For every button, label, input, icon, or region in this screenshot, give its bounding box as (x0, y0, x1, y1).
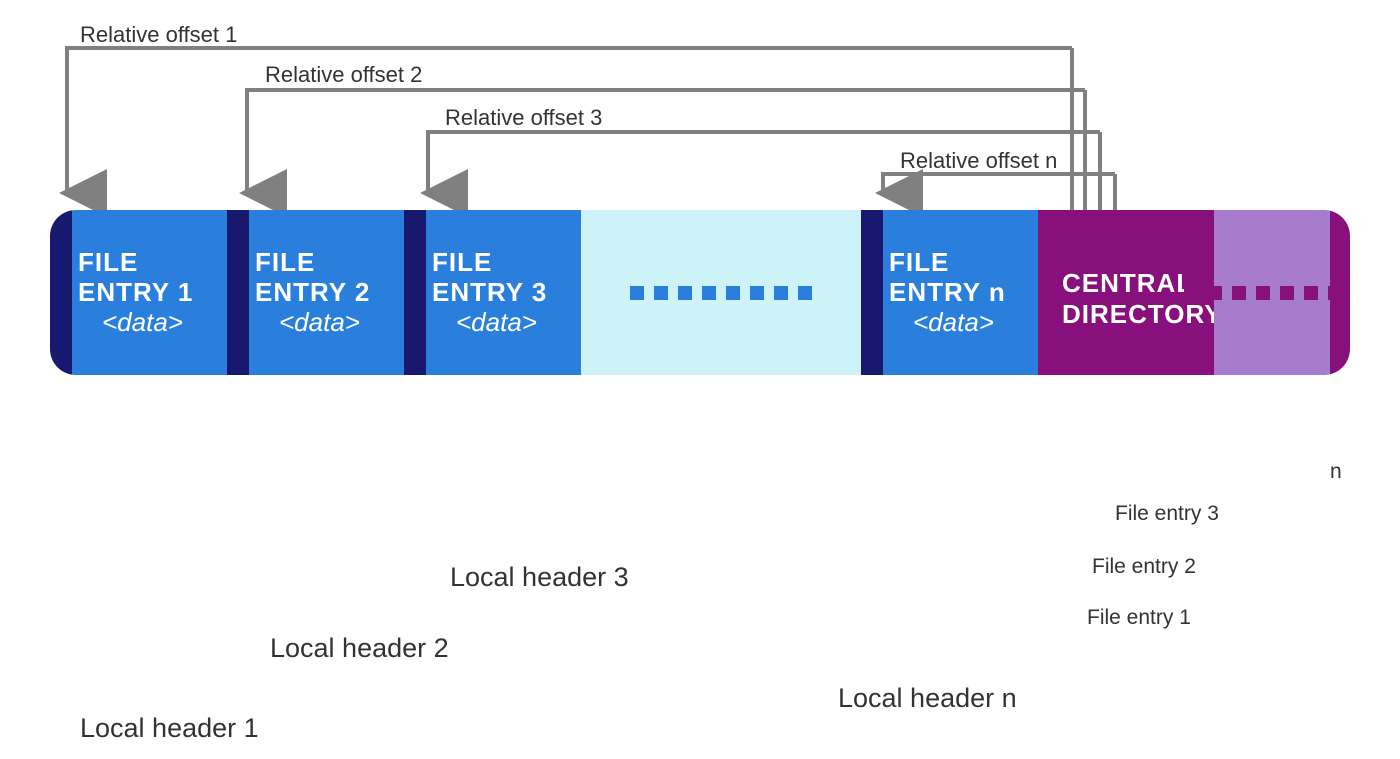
offset-label-2: Relative offset 2 (265, 62, 422, 88)
offset-label-3: Relative offset 3 (445, 105, 602, 131)
file-entry-3: FILE ENTRY 3 <data> (426, 210, 581, 375)
offset-label-n: Relative offset n (900, 148, 1057, 174)
file-entry-1-data: <data> (78, 308, 217, 338)
file-entry-n-data: <data> (889, 308, 1028, 338)
file-entry-2: FILE ENTRY 2 <data> (249, 210, 404, 375)
zip-layout-bar: FILE ENTRY 1 <data> FILE ENTRY 2 <data> … (50, 210, 1350, 375)
local-header-2-label: Local header 2 (270, 633, 449, 664)
central-dir-line2: DIRECTORY (1062, 299, 1206, 330)
central-dir-dots (1184, 286, 1342, 300)
file-entry-1: FILE ENTRY 1 <data> (72, 210, 227, 375)
file-entry-3-data: <data> (432, 308, 571, 338)
central-dir-tail (1214, 210, 1330, 375)
file-entry-2-line2: ENTRY 2 (255, 278, 394, 308)
file-entry-2-line1: FILE (255, 248, 394, 278)
file-entry-n-line2: ENTRY n (889, 278, 1028, 308)
file-entry-3-line2: ENTRY 3 (432, 278, 571, 308)
arrow-overlay (50, 0, 1350, 759)
file-entry-1-line2: ENTRY 1 (78, 278, 217, 308)
file-entry-n: FILE ENTRY n <data> (883, 210, 1038, 375)
local-header-n-label: Local header n (838, 683, 1017, 714)
diagram-canvas: Relative offset 1 Relative offset 2 Rela… (50, 0, 1350, 759)
file-entry-3-line1: FILE (432, 248, 571, 278)
file-entry-n-line1: FILE (889, 248, 1028, 278)
local-header-n-stripe (861, 210, 883, 375)
file-entry-1-line1: FILE (78, 248, 217, 278)
file-entry-label-n: n (1330, 460, 1342, 484)
file-entry-label-2: File entry 2 (1092, 555, 1196, 579)
local-header-1-stripe (50, 210, 72, 375)
local-header-2-stripe (227, 210, 249, 375)
local-header-3-label: Local header 3 (450, 562, 629, 593)
ellipsis-gap (581, 210, 861, 375)
file-entry-2-data: <data> (255, 308, 394, 338)
local-header-3-stripe (404, 210, 426, 375)
ellipsis-dots (630, 286, 812, 300)
offset-label-1: Relative offset 1 (80, 22, 237, 48)
file-entry-label-3: File entry 3 (1115, 502, 1219, 526)
central-dir-header-stripe (1038, 210, 1054, 375)
local-header-1-label: Local header 1 (80, 713, 259, 744)
file-entry-label-1: File entry 1 (1087, 606, 1191, 630)
